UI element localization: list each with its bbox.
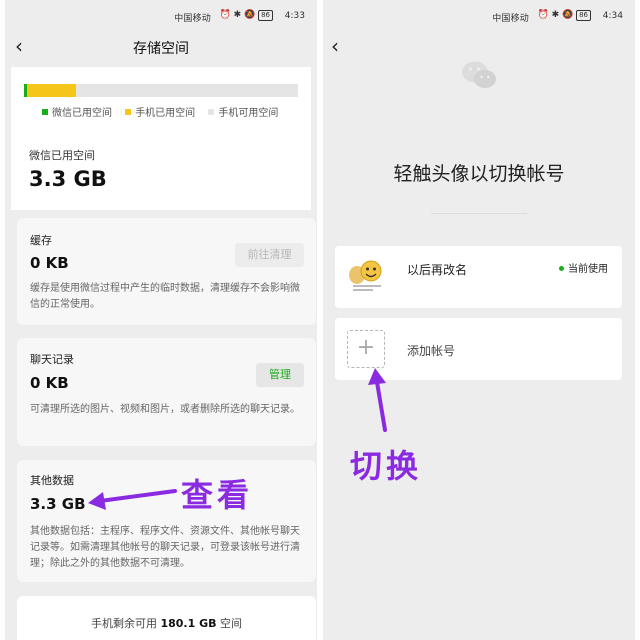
chat-history-value: 0 KB <box>30 374 69 392</box>
manage-button[interactable]: 管理 <box>256 363 304 387</box>
nav-bar: ‹ 存储空间 <box>5 30 317 64</box>
legend-dot-phone <box>125 109 132 115</box>
wechat-logo-icon <box>462 61 496 88</box>
chat-history-card: 聊天记录 0 KB 管理 可清理所选的图片、视频和图片，或者删除所选的聊天记录。 <box>17 338 316 446</box>
add-account-item[interactable]: + 添加帐号 <box>335 318 622 380</box>
chat-history-title: 聊天记录 <box>30 353 74 366</box>
carrier-label: 中国移动 <box>174 14 211 24</box>
storage-screen: 中国移动 ⏰ ✱ 🔕 86 4:33 ‹ 存储空间 微信已用空间 手机已用空间 … <box>5 0 317 640</box>
divider <box>431 213 527 214</box>
legend-wechat: 微信已用空间 <box>42 108 112 119</box>
phone-used-segment <box>27 84 76 97</box>
page-title: 存储空间 <box>133 41 189 57</box>
back-arrow-icon[interactable]: ‹ <box>331 34 351 58</box>
cache-value: 0 KB <box>30 254 69 272</box>
clean-cache-button[interactable]: 前往清理 <box>235 243 304 267</box>
chat-history-description: 可清理所选的图片、视频和图片，或者删除所选的聊天记录。 <box>30 404 300 415</box>
free-space-footer: 手机剩余可用 180.1 GB 空间 <box>17 596 316 640</box>
storage-usage-bar <box>24 84 298 97</box>
legend-dot-wechat <box>42 109 48 115</box>
wechat-used-value: 3.3 GB <box>29 167 107 191</box>
status-icons: ⏰ ✱ 🔕 86 <box>220 10 273 21</box>
battery-icon: 86 <box>576 10 591 21</box>
cache-title: 缓存 <box>30 234 52 247</box>
wechat-used-label: 微信已用空间 <box>29 149 95 162</box>
status-dot-icon <box>559 266 564 271</box>
legend-dot-free <box>208 109 215 115</box>
cache-card: 缓存 0 KB 前往清理 缓存是使用微信过程中产生的临时数据，清理缓存不会影响微… <box>17 218 316 325</box>
status-bar: 中国移动 ⏰ ✱ 🔕 86 4:33 <box>5 0 317 30</box>
legend-free: 手机可用空间 <box>208 108 278 119</box>
other-data-card: 其他数据 3.3 GB 其他数据包括：主程序、程序文件、资源文件、其他帐号聊天记… <box>17 460 316 582</box>
battery-icon: 86 <box>258 10 273 21</box>
switch-annotation: 切换 <box>350 447 423 485</box>
other-data-value: 3.3 GB <box>30 495 86 513</box>
other-data-title: 其他数据 <box>30 474 74 487</box>
switch-account-title: 轻触头像以切换帐号 <box>393 163 565 185</box>
clock: 4:34 <box>602 11 623 21</box>
add-account-label: 添加帐号 <box>407 344 456 358</box>
free-space-value: 180.1 GB <box>160 617 217 630</box>
account-name: 以后再改名 <box>407 263 468 277</box>
current-account-item[interactable]: 以后再改名 当前使用 <box>335 246 622 308</box>
emoji-avatar-icon[interactable] <box>347 258 385 296</box>
view-annotation: 查看 <box>181 476 254 514</box>
plus-icon[interactable]: + <box>347 330 385 368</box>
usage-summary: 微信已用空间 手机已用空间 手机可用空间 微信已用空间 3.3 GB <box>11 67 311 210</box>
account-switch-screen: 中国移动 ⏰ ✱ 🔕 86 4:34 ‹ 轻触头像以切换帐号 以后再改名 当前使… <box>323 0 635 640</box>
usage-legend: 微信已用空间 手机已用空间 手机可用空间 <box>42 104 288 119</box>
legend-phone: 手机已用空间 <box>125 108 195 119</box>
carrier-label: 中国移动 <box>492 14 529 24</box>
cache-description: 缓存是使用微信过程中产生的临时数据，清理缓存不会影响微信的正常使用。 <box>30 283 300 310</box>
status-icons: ⏰ ✱ 🔕 86 <box>538 10 591 21</box>
clock: 4:33 <box>284 11 305 21</box>
status-bar: 中国移动 ⏰ ✱ 🔕 86 4:34 <box>323 0 635 30</box>
other-data-description: 其他数据包括：主程序、程序文件、资源文件、其他帐号聊天记录等。如需清理其他帐号的… <box>30 526 300 569</box>
current-status-badge: 当前使用 <box>559 260 608 275</box>
